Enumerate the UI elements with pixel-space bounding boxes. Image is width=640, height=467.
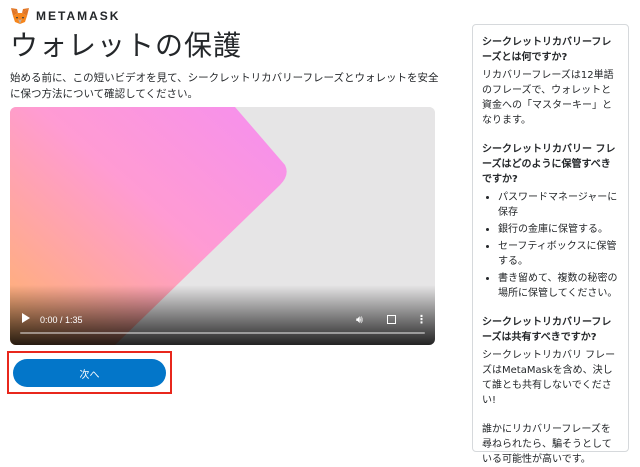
video-time: 0:00 / 1:35 [40, 315, 83, 325]
storage-tips-list: パスワードマネージャーに保存 銀行の金庫に保管する。 セーフティボックスに保管す… [482, 190, 619, 301]
video-controls: 0:00 / 1:35 🔊︎ ⋮ [10, 285, 435, 345]
fox-logo-icon [11, 8, 29, 24]
next-button[interactable]: 次へ [13, 359, 166, 387]
faq-answer-share: シークレットリカバリ フレーズはMetaMaskを含め、決して誰とも共有しないで… [482, 350, 616, 406]
scam-warning: 誰かにリカバリーフレーズを尋ねられたら、騙そうとしている可能性が高いです。 [482, 424, 612, 465]
fullscreen-icon[interactable] [387, 315, 396, 324]
play-icon[interactable] [22, 313, 30, 323]
list-item: 銀行の金庫に保管する。 [498, 222, 619, 237]
intro-text: 始める前に、この短いビデオを見て、シークレットリカバリーフレーズとウォレットを安… [10, 72, 439, 100]
faq-sidebar: シークレットリカバリーフレーズとは何ですか? リカバリーフレーズは12単語のフレ… [472, 24, 629, 465]
volume-icon[interactable]: 🔊︎ [356, 314, 363, 326]
faq-question-what: シークレットリカバリーフレーズとは何ですか? [482, 37, 612, 63]
page-title: ウォレットの保護 [10, 29, 243, 62]
video-progress-bar[interactable] [20, 332, 425, 334]
list-item: パスワードマネージャーに保存 [498, 190, 619, 220]
faq-question-how-store: シークレットリカバリー フレーズはどのように保管すべきですか? [482, 144, 616, 185]
next-button-highlight: 次へ [7, 351, 172, 394]
list-item: セーフティボックスに保管する。 [498, 239, 619, 269]
list-item: 書き留めて、複数の秘密の場所に保管してください。 [498, 271, 619, 301]
faq-answer-what: リカバリーフレーズは12単語のフレーズで、ウォレットと資金への「マスターキー」と… [482, 70, 614, 126]
brand-name: METAMASK [36, 9, 121, 23]
more-options-icon[interactable]: ⋮ [416, 314, 427, 326]
faq-question-share: シークレットリカバリーフレーズは共有すべきですか? [482, 317, 612, 343]
brand-header: METAMASK [10, 6, 120, 26]
video-player[interactable]: 0:00 / 1:35 🔊︎ ⋮ [10, 107, 435, 345]
